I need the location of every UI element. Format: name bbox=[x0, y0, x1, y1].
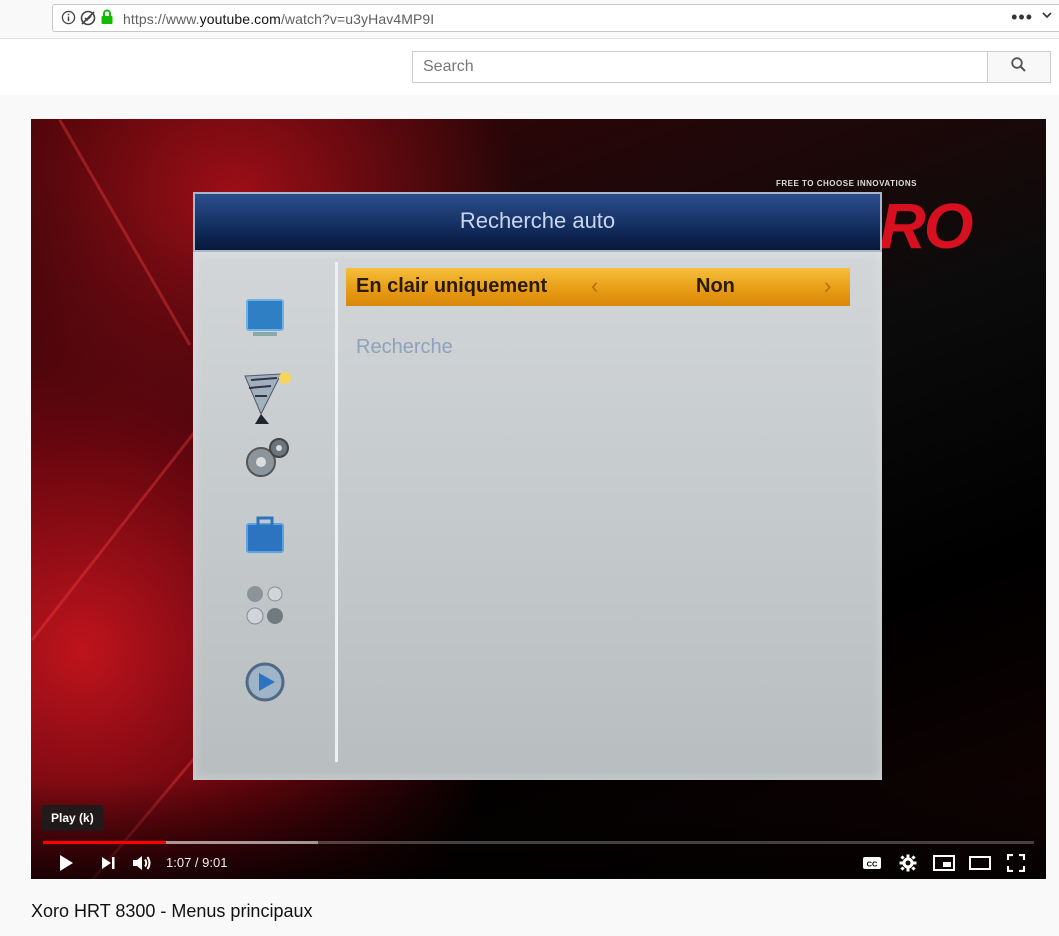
player-controls: 1:07 / 9:01 CC bbox=[31, 846, 1046, 879]
osd-row-label: En clair uniquement bbox=[356, 275, 548, 297]
fullscreen-button[interactable] bbox=[1001, 846, 1031, 879]
play-icon bbox=[60, 854, 73, 871]
osd-divider bbox=[335, 262, 338, 762]
time-separator: / bbox=[191, 855, 203, 870]
theater-mode-button[interactable] bbox=[965, 846, 995, 879]
theater-icon bbox=[969, 855, 991, 870]
url-text[interactable]: https://www.youtube.com/watch?v=u3yHav4M… bbox=[123, 11, 434, 27]
current-time: 1:07 bbox=[166, 855, 192, 870]
settings-button[interactable] bbox=[893, 846, 923, 879]
browser-toolbar: https://www.youtube.com/watch?v=u3yHav4M… bbox=[0, 0, 1059, 39]
media-balls-icon bbox=[241, 580, 289, 628]
miniplayer-button[interactable] bbox=[929, 846, 959, 879]
miniplayer-icon bbox=[933, 854, 955, 871]
lock-icon[interactable] bbox=[100, 9, 114, 28]
osd-row-value: Non bbox=[696, 275, 735, 297]
tracking-protection-icon[interactable] bbox=[80, 10, 96, 29]
progress-played bbox=[43, 841, 166, 844]
url-path: /watch?v=u3yHav4MP9I bbox=[280, 11, 435, 27]
gear-icon bbox=[899, 854, 917, 871]
url-host: youtube.com bbox=[199, 11, 281, 27]
duration: 9:01 bbox=[202, 855, 228, 870]
video-title: Xoro HRT 8300 - Menus principaux bbox=[31, 901, 313, 921]
satellite-dish-icon bbox=[241, 366, 291, 424]
osd-title: Recherche auto bbox=[193, 192, 882, 252]
osd-body: En clair uniquement ‹ Non › Recherche bbox=[193, 252, 882, 780]
url-bar[interactable]: https://www.youtube.com/watch?v=u3yHav4M… bbox=[52, 4, 1059, 32]
search-button[interactable] bbox=[987, 51, 1051, 83]
media-player-icon bbox=[241, 656, 289, 704]
subtitles-button[interactable]: CC bbox=[857, 846, 887, 879]
info-icon[interactable] bbox=[61, 10, 76, 28]
volume-icon bbox=[133, 855, 151, 870]
svg-text:CC: CC bbox=[867, 859, 878, 868]
url-prefix: https://www. bbox=[123, 11, 200, 27]
tv-osd-menu: Recherche auto En clair uniquement ‹ Non… bbox=[193, 192, 882, 780]
video-player[interactable]: FREE TO CHOOSE INNOVATIONS XORO Recherch… bbox=[31, 119, 1046, 879]
osd-row-en-clair: En clair uniquement ‹ Non › bbox=[346, 268, 850, 306]
next-icon bbox=[102, 856, 115, 869]
osd-item-recherche: Recherche bbox=[356, 336, 453, 358]
page-actions-button[interactable]: ••• bbox=[1011, 7, 1033, 28]
gear-icon bbox=[241, 432, 289, 480]
chevron-down-icon[interactable] bbox=[1041, 9, 1053, 24]
search-icon bbox=[1010, 56, 1028, 79]
progress-bar[interactable] bbox=[43, 841, 1034, 844]
arrow-left-icon: ‹ bbox=[591, 273, 599, 298]
play-tooltip: Play (k) bbox=[42, 805, 103, 831]
toolbox-icon bbox=[241, 510, 289, 558]
search-input[interactable] bbox=[413, 52, 988, 82]
next-button[interactable] bbox=[93, 846, 123, 879]
fullscreen-icon bbox=[1007, 853, 1025, 872]
brand-tagline: FREE TO CHOOSE INNOVATIONS bbox=[776, 179, 918, 188]
cc-icon: CC bbox=[863, 856, 881, 869]
arrow-right-icon: › bbox=[824, 273, 832, 298]
volume-button[interactable] bbox=[127, 846, 157, 879]
tv-icon bbox=[241, 294, 289, 342]
time-display: 1:07 / 9:01 bbox=[166, 855, 227, 870]
play-button[interactable] bbox=[51, 846, 81, 879]
search-box bbox=[412, 51, 988, 83]
youtube-header bbox=[0, 39, 1059, 95]
